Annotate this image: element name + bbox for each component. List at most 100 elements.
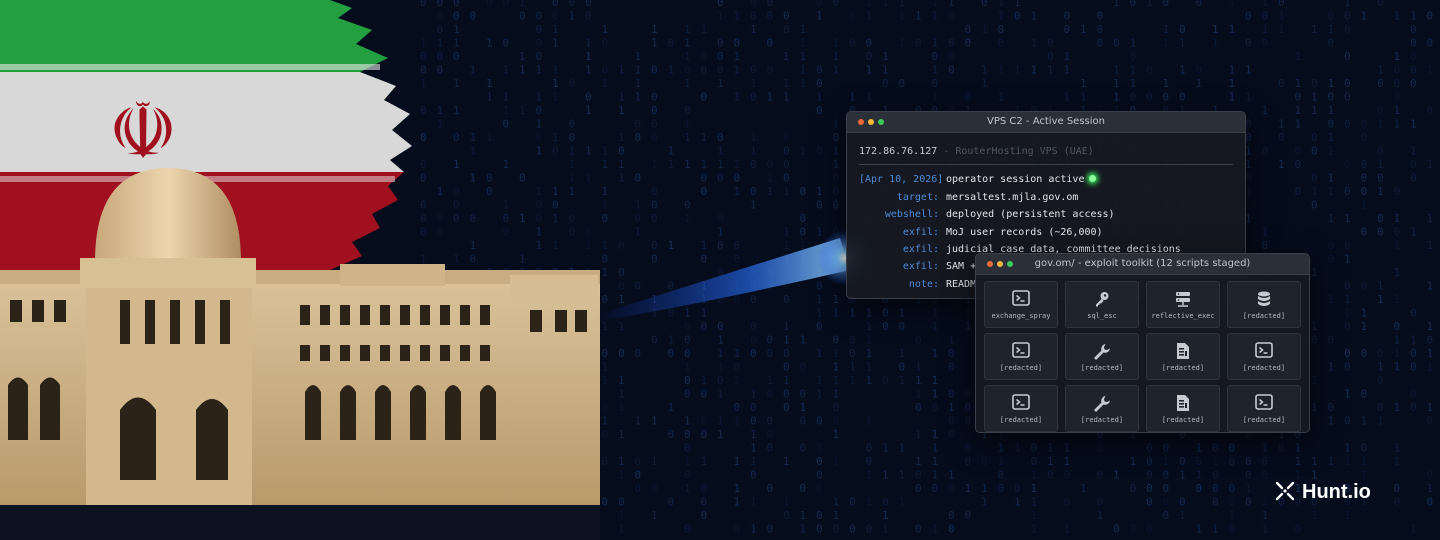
svg-text:0: 0	[800, 185, 807, 198]
script-tile[interactable]: [redacted]	[984, 385, 1058, 432]
script-tile[interactable]: [redacted]	[1227, 385, 1301, 432]
svg-text:1: 1	[602, 23, 609, 36]
svg-text:0: 0	[536, 10, 543, 23]
svg-text:0: 0	[486, 0, 493, 9]
svg-text:1: 1	[552, 37, 559, 50]
svg-text:0: 0	[701, 50, 708, 63]
svg-text:0: 0	[734, 361, 741, 374]
svg-text:0: 0	[915, 37, 922, 50]
svg-text:0: 0	[437, 64, 444, 77]
svg-text:1: 1	[1047, 442, 1054, 455]
svg-text:1: 1	[701, 374, 708, 387]
svg-text:0: 0	[668, 280, 675, 293]
svg-text:1: 1	[816, 185, 823, 198]
svg-text:1: 1	[1410, 226, 1417, 239]
svg-text:1: 1	[1328, 104, 1335, 117]
svg-text:1: 1	[1047, 64, 1054, 77]
svg-text:1: 1	[602, 239, 609, 252]
svg-text:1: 1	[618, 455, 625, 468]
status-live-icon	[1089, 175, 1097, 183]
svg-text:1: 1	[701, 131, 708, 144]
svg-text:1: 1	[1229, 91, 1236, 104]
svg-text:1: 1	[948, 334, 955, 347]
svg-text:1: 1	[618, 320, 625, 333]
svg-text:0: 0	[1163, 91, 1170, 104]
svg-text:0: 0	[816, 77, 823, 90]
svg-text:1: 1	[503, 104, 510, 117]
svg-text:1: 1	[1295, 104, 1302, 117]
svg-text:0: 0	[684, 442, 691, 455]
script-tile[interactable]: [redacted]	[984, 333, 1058, 380]
svg-text:1: 1	[1064, 64, 1071, 77]
svg-text:0: 0	[717, 320, 724, 333]
svg-text:0: 0	[684, 428, 691, 441]
svg-text:1: 1	[1394, 104, 1401, 117]
svg-text:0: 0	[767, 428, 774, 441]
svg-text:1: 1	[1014, 0, 1021, 9]
script-tile[interactable]: [redacted]	[1227, 281, 1301, 328]
wrench-icon	[1066, 394, 1138, 414]
svg-text:0: 0	[684, 334, 691, 347]
svg-text:0: 0	[734, 523, 741, 536]
svg-text:0: 0	[1146, 469, 1153, 482]
svg-text:0: 0	[602, 64, 609, 77]
svg-text:0: 0	[1278, 442, 1285, 455]
svg-text:0: 0	[1245, 469, 1252, 482]
svg-text:0: 0	[453, 185, 460, 198]
svg-text:0: 0	[767, 64, 774, 77]
svg-text:0: 0	[1377, 226, 1384, 239]
svg-text:0: 0	[569, 212, 576, 225]
svg-text:0: 0	[816, 64, 823, 77]
svg-text:1: 1	[1377, 415, 1384, 428]
svg-text:0: 0	[833, 334, 840, 347]
svg-text:0: 0	[585, 226, 592, 239]
script-tile[interactable]: reflective_exec	[1146, 281, 1220, 328]
svg-text:0: 0	[1311, 172, 1318, 185]
svg-text:0: 0	[734, 253, 741, 266]
svg-text:0: 0	[668, 347, 675, 360]
svg-text:1: 1	[1262, 23, 1269, 36]
svg-text:1: 1	[651, 415, 658, 428]
svg-text:1: 1	[1064, 442, 1071, 455]
hunt-logo-icon	[1275, 481, 1295, 501]
svg-text:0: 0	[750, 10, 757, 23]
svg-text:0: 0	[1031, 455, 1038, 468]
svg-text:1: 1	[668, 401, 675, 414]
svg-text:0: 0	[1262, 239, 1269, 252]
svg-text:0: 0	[1361, 347, 1368, 360]
svg-text:1: 1	[470, 172, 477, 185]
script-label: [redacted]	[1161, 364, 1205, 372]
svg-text:1: 1	[453, 37, 460, 50]
svg-text:1: 1	[1262, 442, 1269, 455]
svg-text:0: 0	[519, 10, 526, 23]
script-tile[interactable]: [redacted]	[1065, 385, 1139, 432]
svg-text:0: 0	[948, 415, 955, 428]
svg-text:0: 0	[1163, 496, 1170, 509]
exploit-toolkit-window[interactable]: gov.om/ - exploit toolkit (12 scripts st…	[975, 253, 1310, 433]
svg-text:1: 1	[536, 226, 543, 239]
script-tile[interactable]: [redacted]	[1146, 385, 1220, 432]
svg-text:0: 0	[1196, 64, 1203, 77]
svg-text:☫: ☫	[108, 87, 178, 177]
svg-text:0: 0	[701, 509, 708, 522]
svg-text:0: 0	[833, 131, 840, 144]
svg-text:1: 1	[1113, 64, 1120, 77]
svg-text:0: 0	[948, 347, 955, 360]
script-tile[interactable]: [redacted]	[1146, 333, 1220, 380]
svg-text:1: 1	[1031, 496, 1038, 509]
svg-text:1: 1	[948, 469, 955, 482]
svg-text:0: 0	[1295, 145, 1302, 158]
script-tile[interactable]: exchange_spray	[984, 281, 1058, 328]
script-tile[interactable]: [redacted]	[1065, 333, 1139, 380]
brand-logo[interactable]: Hunt.io	[1274, 480, 1371, 504]
svg-text:0: 0	[668, 496, 675, 509]
script-tile[interactable]: sql_esc	[1065, 281, 1139, 328]
script-tile[interactable]: [redacted]	[1227, 333, 1301, 380]
svg-text:1: 1	[1113, 0, 1120, 9]
svg-text:0: 0	[866, 442, 873, 455]
svg-text:1: 1	[453, 77, 460, 90]
svg-text:1: 1	[684, 23, 691, 36]
svg-text:1: 1	[503, 199, 510, 212]
svg-text:1: 1	[1278, 10, 1285, 23]
svg-text:1: 1	[899, 442, 906, 455]
